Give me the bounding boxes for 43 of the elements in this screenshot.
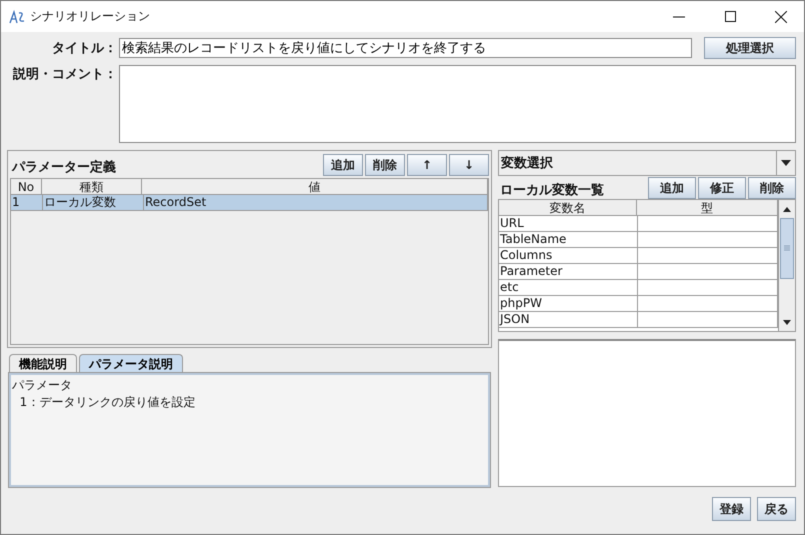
column-header[interactable]: 型 xyxy=(637,200,778,216)
variable-select-dropdown[interactable]: 変数選択 xyxy=(498,150,796,176)
description-line: 1：データリンクの戻り値を設定 xyxy=(18,394,196,411)
maximize-icon xyxy=(724,11,736,22)
column-header[interactable]: 値 xyxy=(142,179,488,195)
minimize-icon xyxy=(673,16,685,18)
panel-title: パラメーター定義 xyxy=(10,158,117,176)
column-header[interactable]: 変数名 xyxy=(499,200,637,216)
column-header[interactable]: 種類 xyxy=(42,179,142,195)
tab[interactable]: パラメータ説明 xyxy=(79,354,183,373)
table-cell: 1 xyxy=(11,195,43,211)
table-cell: Parameter xyxy=(499,264,638,280)
table-cell: Columns xyxy=(499,248,638,264)
close-icon xyxy=(775,10,787,22)
comment-label: 説明・コメント： xyxy=(12,66,118,83)
table-cell: ローカル変数 xyxy=(43,195,144,211)
title-field[interactable]: 検索結果のレコードリストを戻り値にしてシナリオを終了する xyxy=(119,38,692,58)
delete-button[interactable]: 削除 xyxy=(365,154,405,176)
table-cell: phpPW xyxy=(499,296,638,312)
move-down-button[interactable]: ↓ xyxy=(449,154,489,176)
tab[interactable]: 機能説明 xyxy=(9,354,77,373)
table-cell: RecordSet xyxy=(144,195,488,211)
add-button[interactable]: 追加 xyxy=(648,177,696,199)
add-button[interactable]: 追加 xyxy=(323,154,363,176)
table-cell: URL xyxy=(499,216,638,232)
register-button[interactable]: 登録 xyxy=(712,497,751,521)
panel-title: ローカル変数一覧 xyxy=(499,182,605,199)
back-button[interactable]: 戻る xyxy=(757,497,796,521)
column-header[interactable]: No xyxy=(11,179,42,195)
title-label: タイトル： xyxy=(51,40,118,57)
scrollbar[interactable] xyxy=(778,200,795,331)
table-cell: etc xyxy=(499,280,638,296)
table-cell: JSON xyxy=(499,312,638,328)
app-logo-icon xyxy=(9,10,25,24)
dropdown-arrow-icon xyxy=(781,160,791,166)
delete-button[interactable]: 削除 xyxy=(748,177,796,199)
move-up-button[interactable]: ↑ xyxy=(407,154,447,176)
comment-field[interactable] xyxy=(119,65,796,143)
table-cell: TableName xyxy=(499,232,638,248)
process-select-button[interactable]: 処理選択 xyxy=(704,37,796,59)
edit-button[interactable]: 修正 xyxy=(698,177,746,199)
description-line: パラメータ xyxy=(12,377,73,394)
window-title: シナリオリレーション xyxy=(30,8,151,25)
